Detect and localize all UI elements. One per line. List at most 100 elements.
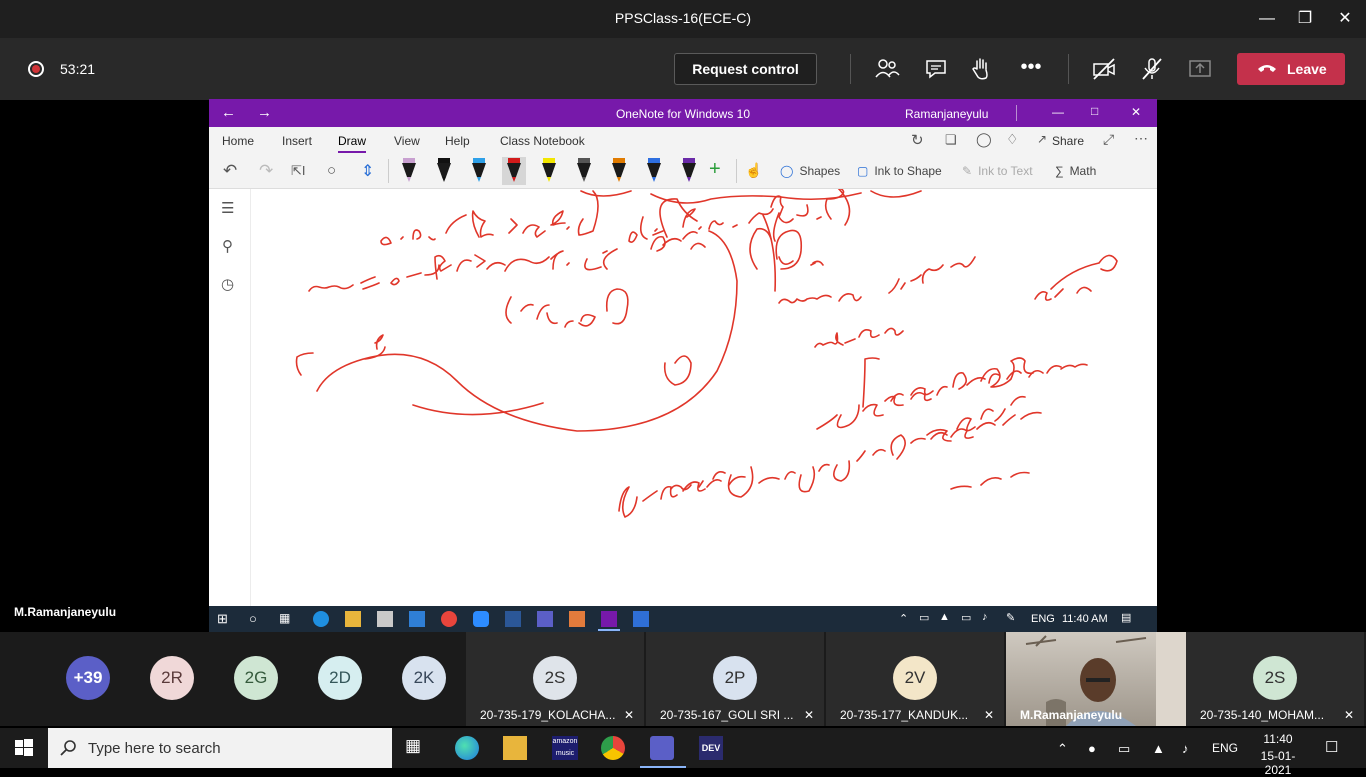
add-space-icon[interactable]: ⇕ bbox=[361, 161, 374, 181]
pen-tool[interactable] bbox=[432, 157, 456, 185]
redo-icon[interactable]: ↷ bbox=[259, 161, 273, 181]
tray-chevron-icon[interactable]: ⌃ bbox=[1057, 741, 1068, 757]
minimize-icon[interactable]: — bbox=[1256, 8, 1278, 30]
taskbar-search-box[interactable]: Type here to search bbox=[48, 728, 392, 768]
volume-icon[interactable]: ♪ bbox=[1182, 741, 1189, 756]
tab-draw[interactable]: Draw bbox=[338, 134, 367, 153]
mail-icon[interactable] bbox=[409, 611, 425, 627]
avatar[interactable]: 2D bbox=[318, 656, 362, 700]
pen-tool[interactable] bbox=[467, 157, 491, 185]
language[interactable]: ENG bbox=[1031, 613, 1055, 625]
chrome-icon[interactable] bbox=[601, 736, 625, 760]
onenote-icon[interactable] bbox=[601, 611, 617, 627]
mic-muted-icon: ✕ bbox=[1343, 708, 1354, 722]
chrome-icon[interactable] bbox=[441, 611, 457, 627]
maximize-icon[interactable]: □ bbox=[1091, 104, 1098, 118]
tray-chevron-icon[interactable]: ⌃ bbox=[899, 612, 908, 625]
maximize-icon[interactable]: ❐ bbox=[1294, 8, 1316, 30]
app-icon[interactable] bbox=[633, 611, 649, 627]
clock[interactable]: 11:40 AM bbox=[1062, 613, 1108, 625]
notifications-icon[interactable]: ▤ bbox=[1121, 611, 1131, 624]
avatar[interactable]: 2K bbox=[402, 656, 446, 700]
tab-view[interactable]: View bbox=[394, 134, 420, 148]
tab-home[interactable]: Home bbox=[222, 134, 254, 148]
close-icon[interactable]: ✕ bbox=[1131, 105, 1141, 119]
dev-app-icon[interactable]: DEV bbox=[699, 736, 723, 760]
pen-tool[interactable] bbox=[397, 157, 421, 185]
lasso-select-icon[interactable]: ⇱I bbox=[291, 163, 306, 179]
tab-help[interactable]: Help bbox=[445, 134, 470, 148]
search-icon[interactable]: ⚲ bbox=[222, 237, 233, 255]
share-button[interactable]: Share bbox=[1052, 134, 1084, 148]
pen-tool[interactable] bbox=[502, 157, 526, 185]
teams-icon[interactable] bbox=[537, 611, 553, 627]
presenter-video[interactable]: M.Ramanjaneyulu bbox=[1006, 632, 1186, 726]
share-screen-icon[interactable] bbox=[1187, 56, 1213, 82]
lasso-icon[interactable]: ○ bbox=[327, 162, 336, 179]
shapes-button[interactable]: ◯ Shapes bbox=[780, 164, 840, 178]
clock[interactable]: 11:40 15-01-2021 bbox=[1250, 732, 1306, 777]
chat-icon[interactable] bbox=[923, 56, 949, 82]
more-options-icon[interactable]: ••• bbox=[1018, 56, 1044, 82]
store-icon[interactable] bbox=[377, 611, 393, 627]
tab-insert[interactable]: Insert bbox=[282, 134, 312, 148]
participant-tile[interactable]: 2V 20-735-177_KANDUK... ✕ bbox=[826, 632, 1004, 726]
zoom-icon[interactable] bbox=[473, 611, 489, 627]
action-center-icon[interactable]: ☐ bbox=[1325, 738, 1338, 756]
microphone-icon: ● bbox=[1088, 741, 1096, 756]
share-icon[interactable]: ↗ bbox=[1037, 132, 1047, 146]
math-button[interactable]: ∑ Math bbox=[1055, 164, 1096, 178]
pen-tool[interactable] bbox=[607, 157, 631, 185]
mic-muted-icon[interactable] bbox=[1139, 56, 1165, 82]
avatar[interactable]: 2R bbox=[150, 656, 194, 700]
windows-start-icon[interactable]: ⊞ bbox=[217, 611, 233, 627]
close-icon[interactable]: ✕ bbox=[1334, 8, 1356, 30]
leave-button[interactable]: Leave bbox=[1237, 53, 1345, 85]
file-explorer-icon[interactable] bbox=[503, 736, 527, 760]
add-pen-icon[interactable]: + bbox=[709, 158, 721, 181]
app-icon[interactable] bbox=[569, 611, 585, 627]
tab-class-notebook[interactable]: Class Notebook bbox=[500, 134, 585, 148]
edge-icon[interactable] bbox=[313, 611, 329, 627]
camera-off-icon[interactable] bbox=[1091, 56, 1117, 82]
more-icon[interactable]: ⋯ bbox=[1134, 130, 1148, 147]
touch-draw-icon[interactable]: ☝ bbox=[745, 162, 762, 179]
raise-hand-icon[interactable] bbox=[969, 56, 995, 82]
participant-tile[interactable]: 2P 20-735-167_GOLI SRI ... ✕ bbox=[646, 632, 824, 726]
recent-clock-icon[interactable]: ◷ bbox=[221, 275, 234, 293]
edge-icon[interactable] bbox=[455, 736, 479, 760]
pen-tool[interactable] bbox=[537, 157, 561, 185]
ink-to-shape-button[interactable]: ▢ Ink to Shape bbox=[857, 164, 942, 178]
language[interactable]: ENG bbox=[1212, 741, 1238, 755]
undo-icon[interactable]: ↶ bbox=[223, 161, 237, 181]
windows-start-icon[interactable] bbox=[12, 736, 36, 760]
shapes-icon: ◯ bbox=[780, 164, 794, 178]
cortana-icon[interactable]: ○ bbox=[249, 611, 265, 627]
pen-tool[interactable] bbox=[677, 157, 701, 185]
lightbulb-icon[interactable]: ◯ bbox=[976, 131, 992, 148]
ink-to-text-button[interactable]: ✎ Ink to Text bbox=[962, 164, 1033, 178]
sync-icon[interactable]: ↻ bbox=[911, 131, 924, 149]
notebooks-icon[interactable]: ☰ bbox=[221, 199, 234, 217]
pages-icon[interactable]: ❏ bbox=[945, 132, 957, 148]
more-participants-badge[interactable]: +39 bbox=[66, 656, 110, 700]
request-control-button[interactable]: Request control bbox=[674, 53, 817, 85]
notification-bell-icon[interactable]: ♢ bbox=[1006, 131, 1019, 148]
task-view-icon[interactable]: ▦ bbox=[279, 611, 295, 627]
amazon-music-icon[interactable]: amazon music bbox=[552, 736, 578, 760]
handwriting-canvas[interactable] bbox=[251, 189, 1157, 606]
participant-tile[interactable]: 2S 20-735-140_MOHAM... ✕ bbox=[1186, 632, 1364, 726]
file-explorer-icon[interactable] bbox=[345, 611, 361, 627]
word-icon[interactable] bbox=[505, 611, 521, 627]
participant-tile[interactable]: 2S 20-735-179_KOLACHA... ✕ bbox=[466, 632, 644, 726]
task-view-icon[interactable]: ▦ bbox=[405, 736, 429, 760]
wifi-icon[interactable]: ▲ bbox=[1152, 741, 1165, 756]
pen-tool[interactable] bbox=[642, 157, 666, 185]
pen-tool[interactable] bbox=[572, 157, 596, 185]
battery-icon[interactable]: ▭ bbox=[1118, 741, 1130, 757]
teams-icon[interactable] bbox=[650, 736, 674, 760]
participants-icon[interactable] bbox=[874, 56, 900, 82]
minimize-icon[interactable]: — bbox=[1052, 105, 1064, 119]
avatar[interactable]: 2G bbox=[234, 656, 278, 700]
fullscreen-icon[interactable]: ⤢ bbox=[1103, 131, 1114, 148]
